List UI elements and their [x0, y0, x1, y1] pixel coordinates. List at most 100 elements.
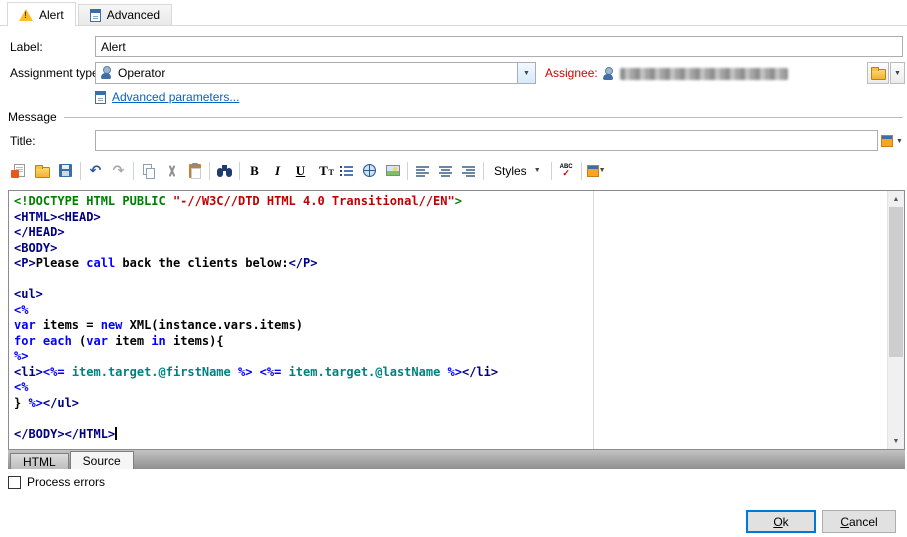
copy-button[interactable]	[137, 160, 160, 182]
open-folder-button[interactable]	[31, 160, 54, 182]
insert-field-button[interactable]: ▼	[585, 160, 608, 182]
bold-icon: B	[250, 163, 259, 178]
undo-button[interactable]: ↶	[84, 160, 107, 182]
cut-button[interactable]	[160, 160, 183, 182]
spellcheck-icon: ABC ✓	[559, 163, 573, 178]
toolbar-separator	[483, 161, 484, 180]
code-line: } %></ul>	[14, 395, 80, 410]
editor-wrap-divider	[593, 191, 594, 449]
insert-html-icon	[11, 164, 25, 178]
link-button[interactable]	[358, 160, 381, 182]
styles-label: Styles	[494, 163, 527, 178]
italic-button[interactable]: I	[266, 160, 289, 182]
align-center-button[interactable]	[434, 160, 457, 182]
text-caret	[115, 426, 118, 440]
advanced-parameters-link[interactable]: Advanced parameters...	[95, 89, 239, 105]
message-group-label: Message	[8, 110, 57, 124]
code-line: </BODY></HTML>	[14, 426, 118, 441]
link-icon	[363, 164, 376, 177]
assignee-dropdown-button[interactable]: ▼	[890, 62, 905, 84]
tab-alert-label: Alert	[39, 7, 64, 22]
text-size-button[interactable]: T	[312, 160, 335, 182]
toolbar-separator	[239, 161, 240, 180]
tab-html-label: HTML	[23, 454, 56, 469]
code-line: <HTML><HEAD>	[14, 209, 101, 224]
process-errors-checkbox[interactable]	[8, 475, 21, 489]
tab-advanced[interactable]: Advanced	[77, 4, 173, 25]
toolbar-separator	[209, 161, 210, 180]
align-left-button[interactable]	[411, 160, 434, 182]
form-icon	[89, 8, 101, 22]
code-line: </HEAD>	[14, 225, 65, 239]
form-icon	[95, 90, 106, 104]
tab-alert[interactable]: Alert	[7, 2, 76, 26]
code-area[interactable]: <!DOCTYPE HTML PUBLIC "-//W3C//DTD HTML …	[9, 191, 904, 449]
underline-button[interactable]: U	[289, 160, 312, 182]
tab-html-view[interactable]: HTML	[10, 453, 69, 469]
scroll-down-button[interactable]: ▼	[888, 433, 904, 449]
image-button[interactable]	[381, 160, 404, 182]
title-caption: Title:	[10, 133, 36, 148]
scroll-up-button[interactable]: ▲	[888, 191, 904, 207]
assignee-caption: Assignee:	[545, 65, 598, 80]
paste-icon	[188, 162, 201, 179]
insert-field-icon	[586, 164, 599, 177]
save-button[interactable]	[54, 160, 77, 182]
ok-button[interactable]: Ok	[746, 510, 816, 533]
bullet-list-button[interactable]	[335, 160, 358, 182]
code-line: <P>Please call back the clients below:</…	[14, 256, 318, 270]
code-line: <li><%= item.target.@firstName %> <%= it…	[14, 364, 499, 379]
process-errors-row: Process errors	[8, 475, 105, 489]
process-errors-label: Process errors	[27, 475, 106, 489]
code-line: <BODY>	[14, 240, 58, 255]
assignment-type-value: Operator	[118, 66, 166, 80]
scrollbar-thumb[interactable]	[889, 207, 903, 357]
scrollbar-track[interactable]	[888, 207, 904, 433]
group-divider	[63, 116, 903, 118]
alert-dialog: Alert Advanced Label: Alert Assignment t…	[0, 0, 907, 537]
code-line: %>	[14, 349, 29, 363]
message-group-header: Message	[8, 110, 903, 124]
spellcheck-button[interactable]: ABC ✓	[555, 160, 578, 182]
assignee-field[interactable]	[601, 64, 788, 84]
copy-icon	[142, 163, 156, 179]
warning-icon	[19, 8, 33, 21]
align-right-button[interactable]	[457, 160, 480, 182]
find-button[interactable]	[213, 160, 236, 182]
title-input[interactable]	[95, 130, 878, 151]
cancel-button[interactable]: Cancel	[822, 510, 896, 533]
advanced-parameters-label: Advanced parameters...	[112, 90, 240, 104]
styles-button[interactable]: Styles ▼	[487, 160, 548, 182]
view-tab-strip: HTML Source	[8, 450, 905, 469]
toolbar-separator	[580, 161, 582, 180]
code-line: <ul>	[14, 287, 43, 301]
title-insert-field-button[interactable]: ▼	[879, 131, 905, 151]
undo-icon: ↶	[89, 162, 102, 179]
label-input-value: Alert	[101, 39, 126, 54]
cut-icon	[165, 164, 179, 178]
bold-button[interactable]: B	[243, 160, 266, 182]
open-folder-icon	[35, 164, 50, 178]
assignee-browse-button[interactable]	[867, 62, 889, 84]
redo-icon: ↷	[112, 162, 125, 179]
assignment-type-dropdown-button[interactable]: ▼	[517, 63, 535, 83]
source-editor[interactable]: <!DOCTYPE HTML PUBLIC "-//W3C//DTD HTML …	[8, 190, 905, 450]
code-line: <!DOCTYPE HTML PUBLIC "-//W3C//DTD HTML …	[14, 194, 462, 208]
tab-source-view[interactable]: Source	[69, 451, 134, 469]
chevron-down-icon: ▼	[598, 167, 606, 174]
ok-label: Ok	[773, 514, 789, 529]
editor-scrollbar[interactable]: ▲ ▼	[887, 191, 904, 449]
paste-button[interactable]	[183, 160, 206, 182]
text-size-icon: T	[319, 164, 333, 177]
label-caption: Label:	[10, 39, 43, 54]
redo-button[interactable]: ↷	[107, 160, 130, 182]
insert-html-button[interactable]	[8, 160, 31, 182]
underline-icon: U	[295, 163, 306, 178]
code-line: <%	[14, 302, 29, 317]
label-input[interactable]: Alert	[95, 36, 903, 57]
operator-person-icon	[99, 66, 113, 80]
assignment-type-select[interactable]: Operator ▼	[95, 62, 536, 84]
assignee-value-redacted	[620, 68, 788, 80]
